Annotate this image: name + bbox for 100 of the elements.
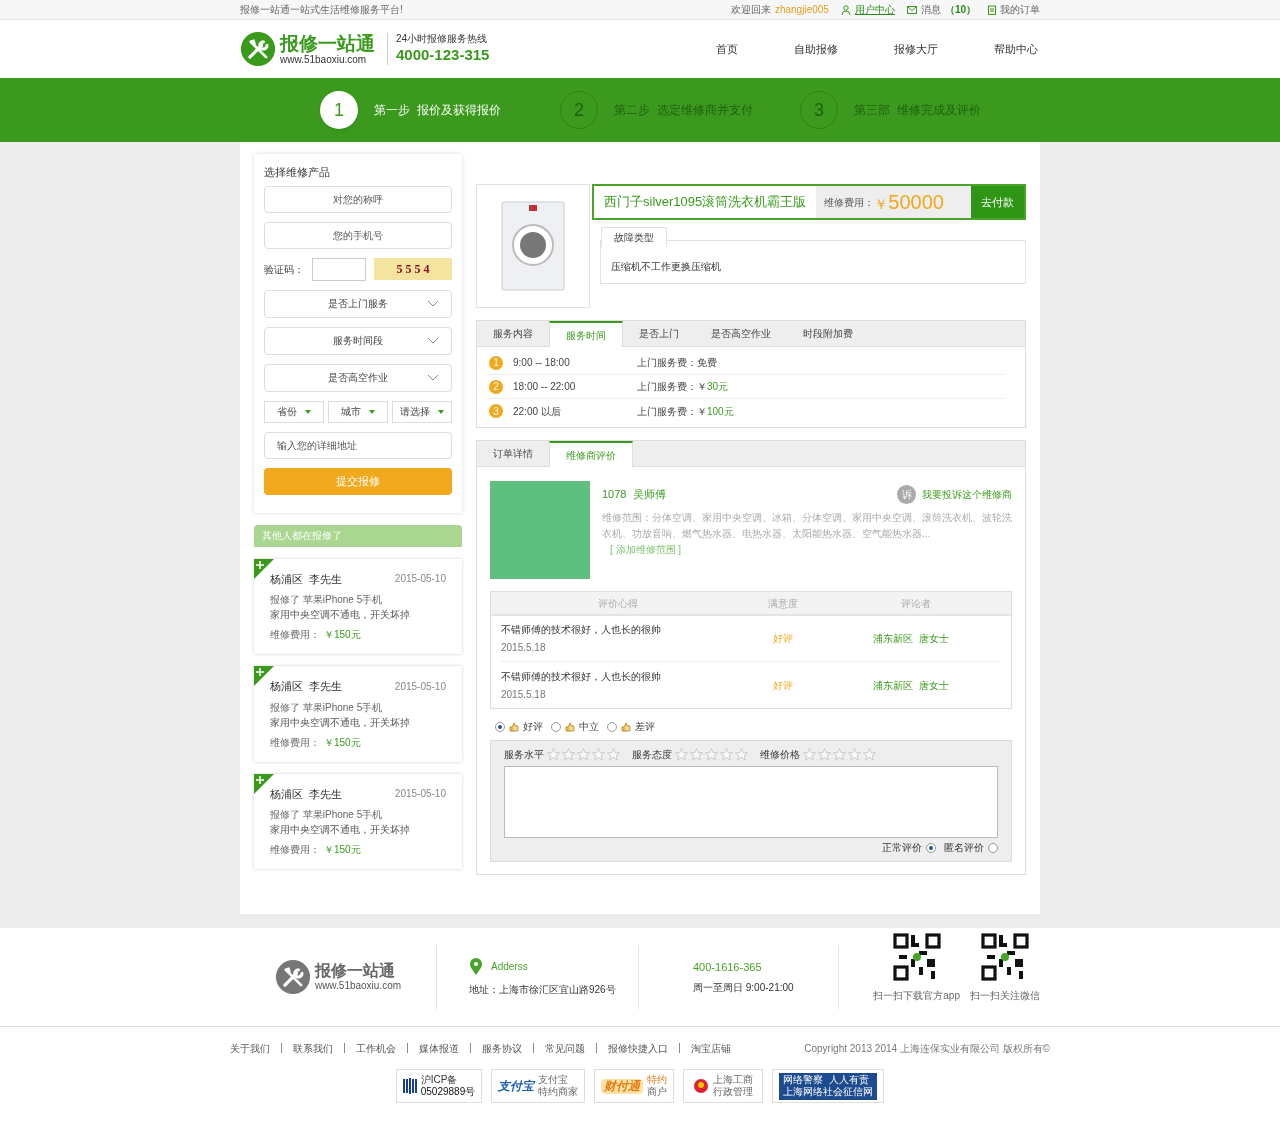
star-icon[interactable]	[562, 748, 575, 761]
star-icon[interactable]	[592, 748, 605, 761]
star-icon[interactable]	[607, 748, 620, 761]
form-title: 选择维修产品	[264, 165, 331, 180]
logo-url: www.51baoxiu.com	[280, 54, 368, 65]
chevron-down-icon	[427, 299, 439, 308]
site-slogan: 报修一站通一站式生活维修服务平台!	[240, 3, 403, 17]
footer-link[interactable]: 关于我们	[230, 1040, 270, 1056]
column-header: 满意度	[767, 596, 799, 611]
radio-button[interactable]	[607, 721, 617, 732]
service-tab[interactable]: 是否上门	[623, 321, 695, 346]
nav-link[interactable]: 自助报修	[794, 40, 838, 58]
repair-item: 报修了 苹果iPhone 5手机	[270, 700, 384, 715]
star-icon[interactable]	[690, 748, 703, 761]
nav-link[interactable]: 报修大厅	[894, 40, 938, 58]
dropdown-select[interactable]: 是否高空作业	[264, 363, 452, 392]
column-header: 评价心得	[597, 596, 639, 611]
badge-text: 05029889号	[420, 1086, 476, 1099]
customer-name: 杨浦区 李先生	[270, 786, 343, 802]
badge-text: 特约	[647, 1073, 668, 1086]
top-link[interactable]: 消息	[920, 2, 941, 17]
dropdown-select[interactable]: 是否上门服务	[264, 289, 452, 318]
repair-issue: 家用中央空调不通电，开关坏掉	[270, 608, 411, 622]
service-hours: 周一至周日 9:00-21:00	[693, 980, 795, 995]
badge-text: 上海工商	[713, 1073, 754, 1086]
region-select[interactable]: 省份	[264, 400, 324, 423]
top-link[interactable]: 用户中心	[854, 2, 895, 17]
star-icon[interactable]	[675, 748, 688, 761]
footer-link[interactable]: 报修快捷入口	[608, 1040, 668, 1056]
fault-tab[interactable]: 故障类型	[601, 227, 667, 247]
footer-link[interactable]: 联系我们	[293, 1040, 333, 1056]
repair-item: 报修了 苹果iPhone 5手机	[270, 593, 384, 607]
name-input[interactable]: 对您的称呼	[264, 185, 452, 213]
star-icon[interactable]	[818, 748, 831, 761]
fee-label: 维修费用：	[270, 843, 320, 857]
radio-button[interactable]	[495, 721, 505, 732]
star-icon[interactable]	[720, 748, 733, 761]
footer-link[interactable]: 淘宝店铺	[691, 1040, 731, 1056]
recent-header: 其他人都在报修了	[254, 524, 462, 547]
certification-badge[interactable]: 沪ICP备 05029889号	[395, 1069, 483, 1103]
top-link[interactable]: 我的订单	[1000, 2, 1040, 17]
star-icon[interactable]	[833, 748, 846, 761]
star-icon[interactable]	[863, 748, 876, 761]
rating-label: 服务水平	[504, 748, 544, 762]
badge-text: 商户	[647, 1086, 668, 1099]
service-tab[interactable]: 服务内容	[477, 321, 549, 346]
badge-text: 特约商家	[538, 1086, 579, 1099]
service-tab[interactable]: 时段附加费	[787, 321, 869, 346]
service-tab[interactable]: 是否高空作业	[695, 321, 787, 346]
qr-caption: 扫一扫下载官方app	[873, 989, 960, 1003]
star-icon[interactable]	[735, 748, 748, 761]
certification-badge[interactable]: 上海工商 行政管理	[683, 1069, 764, 1103]
qr-code-icon	[979, 931, 1031, 983]
service-fee: 上门服务费：￥100元	[637, 404, 734, 419]
review-tab[interactable]: 维修商评价	[549, 441, 633, 467]
footer-link[interactable]: 工作机会	[356, 1040, 396, 1056]
dropdown-select[interactable]: 服务时间段	[264, 326, 452, 355]
repair-issue: 家用中央空调不通电，开关坏掉	[270, 715, 411, 730]
brand-logo: 财付通	[601, 1078, 644, 1094]
footer-logo-title: 报修一站通	[314, 963, 396, 979]
rating-label: 维修价格	[760, 748, 800, 762]
service-tab[interactable]: 服务时间	[549, 321, 623, 347]
star-icon[interactable]	[848, 748, 861, 761]
star-icon[interactable]	[803, 748, 816, 761]
captcha-input[interactable]	[312, 257, 366, 281]
complain-link[interactable]: 我要投诉这个维修商	[922, 487, 1012, 502]
clipboard-icon	[988, 4, 996, 15]
star-rating[interactable]	[675, 748, 748, 761]
nav-link[interactable]: 首页	[716, 40, 738, 58]
review-text: 不错师傅的技术很好，人也长的很帅	[501, 669, 662, 684]
star-rating[interactable]	[803, 748, 876, 761]
footer-link[interactable]: 媒体报道	[419, 1040, 459, 1056]
footer-link[interactable]: 常见问题	[545, 1040, 585, 1056]
customer-name: 杨浦区 李先生	[270, 679, 343, 694]
time-range: 9:00 -- 18:00	[513, 356, 571, 370]
badge-text: 上海网络社会征信网	[783, 1086, 874, 1099]
review-tab[interactable]: 订单详情	[477, 441, 549, 466]
fee-label: 维修费用：	[270, 628, 320, 642]
footer-link[interactable]: 服务协议	[482, 1040, 522, 1056]
repair-issue: 家用中央空调不通电，开关坏掉	[270, 823, 411, 837]
fee-amount: ￥50000	[874, 190, 944, 215]
certification-badge[interactable]: 网络警察 人人有责 上海网络社会征信网	[772, 1069, 885, 1103]
choice-label: 差评	[635, 720, 655, 734]
region-select[interactable]: 请选择	[392, 400, 452, 423]
hotline-number: 4000-123-315	[396, 45, 490, 65]
address-input[interactable]: 输入您的详细地址	[264, 431, 452, 459]
chevron-down-icon	[427, 373, 439, 382]
radio-button[interactable]	[926, 842, 936, 853]
thumb-icon	[509, 721, 519, 732]
star-icon[interactable]	[547, 748, 560, 761]
pay-button[interactable]: 去付款	[971, 186, 1024, 218]
nav-link[interactable]: 帮助中心	[994, 40, 1038, 58]
radio-button[interactable]	[551, 721, 561, 732]
star-rating[interactable]	[547, 748, 620, 761]
radio-button[interactable]	[988, 842, 998, 853]
star-icon[interactable]	[577, 748, 590, 761]
phone-input[interactable]: 您的手机号	[264, 221, 452, 249]
choice-label: 好评	[523, 720, 543, 734]
star-icon[interactable]	[705, 748, 718, 761]
region-select[interactable]: 城市	[328, 400, 388, 423]
